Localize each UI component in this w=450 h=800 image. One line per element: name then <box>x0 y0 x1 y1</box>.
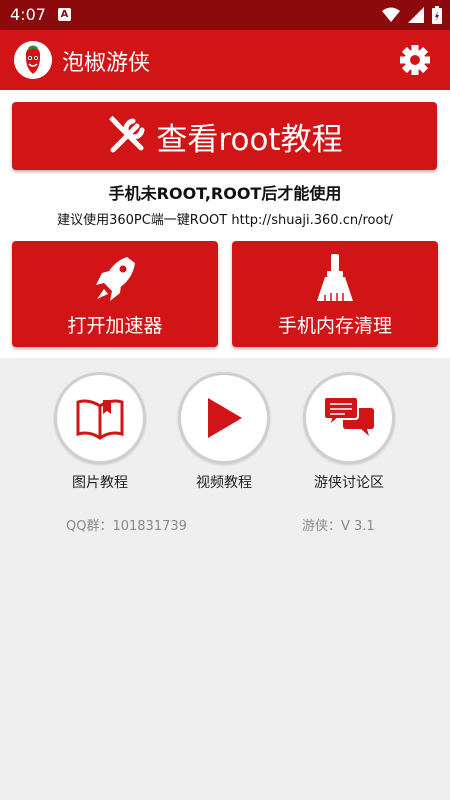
root-suggestion-text: 建议使用360PC端一键ROOT http://shuaji.360.cn/ro… <box>57 213 393 228</box>
memory-clean-button[interactable]: 手机内存清理 <box>232 241 438 347</box>
status-time: 4:07 <box>10 5 46 24</box>
forum-label: 游侠讨论区 <box>314 475 384 491</box>
view-root-tutorial-button[interactable]: 查看root教程 <box>12 102 437 170</box>
accelerator-label: 打开加速器 <box>67 315 163 337</box>
signal-icon <box>408 7 424 23</box>
notification-icon: A <box>58 8 71 21</box>
play-icon <box>208 398 242 438</box>
picture-tutorial-label: 图片教程 <box>72 475 128 491</box>
app-logo <box>14 41 52 79</box>
gear-icon <box>400 45 430 75</box>
video-tutorial-circle[interactable] <box>178 372 270 464</box>
forum-circle[interactable] <box>303 372 395 464</box>
app-title: 泡椒游侠 <box>62 51 151 76</box>
battery-icon <box>432 6 442 24</box>
broom-icon <box>317 254 353 301</box>
version-text: 游侠：V 3.1 <box>302 519 375 534</box>
picture-tutorial-circle[interactable] <box>54 372 146 464</box>
picture-tutorial-shortcut[interactable]: 图片教程 <box>45 372 155 492</box>
status-bar: 4:07 A <box>0 0 450 30</box>
root-status-text: 手机未ROOT,ROOT后才能使用 <box>108 184 342 203</box>
top-panel: 查看root教程 手机未ROOT,ROOT后才能使用 建议使用360PC端一键R… <box>0 90 450 358</box>
open-accelerator-button[interactable]: 打开加速器 <box>12 241 218 347</box>
tools-icon <box>109 115 145 153</box>
video-tutorial-shortcut[interactable]: 视频教程 <box>169 372 279 492</box>
forum-shortcut[interactable]: 游侠讨论区 <box>294 372 404 492</box>
open-book-icon <box>76 399 124 440</box>
wifi-icon <box>382 7 400 22</box>
root-button-label: 查看root教程 <box>156 121 343 158</box>
video-tutorial-label: 视频教程 <box>196 475 252 491</box>
memory-clean-label: 手机内存清理 <box>277 315 392 337</box>
qq-group-text: QQ群：101831739 <box>66 519 187 534</box>
chat-bubbles-icon <box>323 396 374 436</box>
settings-button[interactable] <box>398 43 432 77</box>
rocket-icon <box>96 257 135 301</box>
status-indicators <box>382 6 442 24</box>
app-bar: 泡椒游侠 <box>0 30 450 90</box>
